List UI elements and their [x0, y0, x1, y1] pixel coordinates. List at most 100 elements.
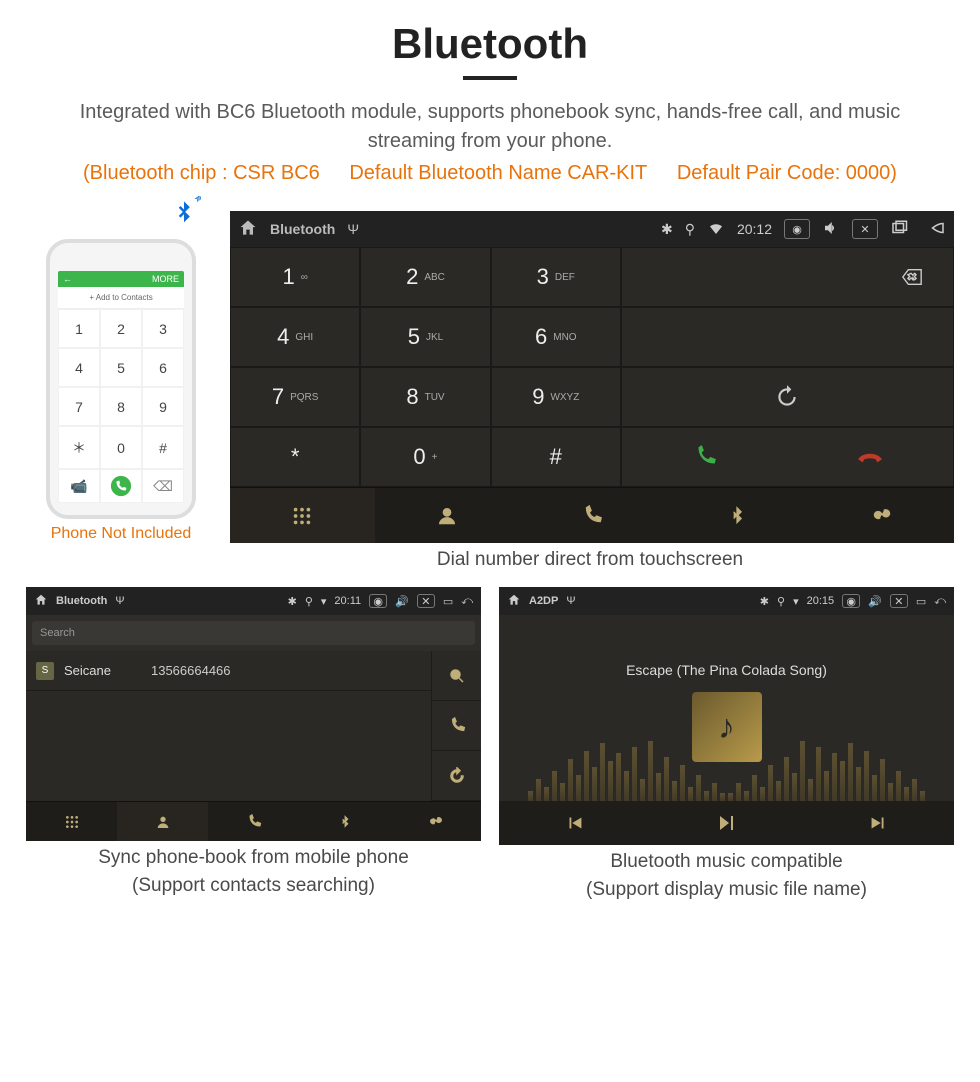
phone-key-8: 8 — [100, 387, 142, 426]
recents-icon[interactable]: ▭ — [443, 595, 453, 608]
volume-icon[interactable]: 🔊 — [868, 595, 882, 608]
dialer-panel: Bluetooth Ψ ✱ ⚲ 20:12 ◉ ✕ 1∞2ABC3DEF 4GHI… — [230, 211, 954, 543]
spec-chip: (Bluetooth chip : CSR BC6 — [83, 162, 320, 184]
spec-code: Default Pair Code: 0000) — [677, 162, 897, 184]
nav-contacts[interactable] — [375, 487, 520, 543]
sync-icon[interactable] — [431, 751, 481, 801]
dial-key-1[interactable]: 1∞ — [230, 247, 360, 307]
redial-button[interactable] — [621, 367, 954, 427]
next-track-button[interactable] — [802, 801, 954, 845]
close-app-icon[interactable]: ✕ — [417, 594, 435, 608]
phone-key-4: 4 — [58, 348, 100, 387]
call-contact-icon[interactable] — [431, 701, 481, 751]
volume-icon[interactable] — [822, 219, 840, 240]
prev-track-button[interactable] — [499, 801, 651, 845]
contact-number: 13566664466 — [151, 663, 231, 678]
app-title: Bluetooth — [56, 595, 107, 607]
nav-calllog[interactable] — [208, 801, 299, 841]
bluetooth-status-icon: ✱ — [288, 595, 297, 608]
dial-key-0[interactable]: 0+ — [360, 427, 490, 487]
nav-dialpad[interactable] — [230, 487, 375, 543]
visualizer — [499, 741, 954, 801]
dial-key-#[interactable]: # — [491, 427, 621, 487]
page-title: Bluetooth — [10, 20, 970, 68]
nav-contacts[interactable] — [117, 801, 208, 841]
clock-time: 20:11 — [334, 595, 361, 607]
nav-calllog[interactable] — [520, 487, 665, 543]
contact-name: Seicane — [64, 663, 111, 678]
phone-video-icon: 📹 — [58, 469, 100, 503]
call-button[interactable] — [622, 444, 788, 470]
screenshot-icon[interactable]: ◉ — [842, 594, 860, 608]
bluetooth-status-icon: ✱ — [661, 221, 673, 238]
close-app-icon[interactable]: ✕ — [890, 594, 908, 608]
screenshot-icon[interactable]: ◉ — [369, 594, 387, 608]
phone-key-3: 3 — [142, 309, 184, 348]
nav-bluetooth[interactable] — [299, 801, 390, 841]
home-icon[interactable] — [34, 593, 48, 610]
a2dp-panel: A2DP Ψ ✱ ⚲ ▾ 20:15 ◉ 🔊 ✕ ▭ ⤺ — [499, 587, 954, 845]
phone-back-icon: ← — [63, 274, 72, 284]
screenshot-icon[interactable]: ◉ — [784, 219, 810, 239]
bluetooth-status-icon: ✱ — [760, 595, 769, 608]
phone-key-0: 0 — [100, 426, 142, 469]
phone-more-label: MORE — [152, 274, 179, 284]
phonebook-caption-1: Sync phone-book from mobile phone — [26, 847, 481, 869]
location-icon: ⚲ — [685, 221, 695, 238]
wifi-icon: ▾ — [793, 595, 799, 608]
dial-key-*[interactable]: * — [230, 427, 360, 487]
wifi-icon — [707, 219, 725, 240]
recents-icon[interactable]: ▭ — [916, 595, 926, 608]
app-title: A2DP — [529, 595, 558, 607]
back-icon[interactable]: ⤺ — [461, 595, 473, 608]
phone-key-hash: # — [142, 426, 184, 469]
phone-call-icon — [100, 469, 142, 503]
nav-bluetooth[interactable] — [664, 487, 809, 543]
phonebook-panel: Bluetooth Ψ ✱ ⚲ ▾ 20:11 ◉ 🔊 ✕ ▭ ⤺ — [26, 587, 481, 841]
dial-key-8[interactable]: 8TUV — [360, 367, 490, 427]
phone-backspace-icon: ⌫ — [142, 469, 184, 503]
hangup-button[interactable] — [787, 444, 953, 470]
location-icon: ⚲ — [305, 595, 313, 608]
dial-key-3[interactable]: 3DEF — [491, 247, 621, 307]
home-icon[interactable] — [238, 218, 258, 241]
dialer-caption: Dial number direct from touchscreen — [210, 549, 970, 571]
nav-dialpad[interactable] — [26, 801, 117, 841]
recents-icon[interactable] — [890, 219, 908, 240]
clock-time: 20:15 — [807, 595, 835, 607]
dial-key-4[interactable]: 4GHI — [230, 307, 360, 367]
dialpad: 1∞2ABC3DEF 4GHI5JKL6MNO 7PQRS8TUV9WXYZ *0+# — [230, 247, 621, 487]
phone-caption: Phone Not Included — [26, 525, 216, 543]
song-title: Escape (The Pina Colada Song) — [626, 662, 827, 678]
page-desc: Integrated with BC6 Bluetooth module, su… — [38, 98, 942, 156]
nav-pair[interactable] — [809, 487, 954, 543]
back-icon[interactable] — [928, 219, 946, 240]
volume-icon[interactable]: 🔊 — [395, 595, 409, 608]
title-underline — [463, 76, 517, 80]
phone-key-5: 5 — [100, 348, 142, 387]
play-pause-button[interactable] — [651, 801, 803, 845]
close-app-icon[interactable]: ✕ — [852, 219, 878, 239]
dial-key-9[interactable]: 9WXYZ — [491, 367, 621, 427]
dial-key-7[interactable]: 7PQRS — [230, 367, 360, 427]
phone-add-contact: + Add to Contacts — [58, 287, 184, 309]
phone-mockup: ← MORE + Add to Contacts 1 2 3 4 5 6 7 8… — [46, 239, 196, 519]
contact-row[interactable]: S Seicane 13566664466 — [26, 651, 431, 691]
dial-key-6[interactable]: 6MNO — [491, 307, 621, 367]
usb-icon: Ψ — [347, 221, 359, 237]
a2dp-caption-1: Bluetooth music compatible — [499, 851, 954, 873]
clock-time: 20:12 — [737, 221, 772, 237]
bluetooth-signal-icon — [26, 199, 198, 235]
app-title: Bluetooth — [270, 221, 335, 237]
dial-key-5[interactable]: 5JKL — [360, 307, 490, 367]
search-icon[interactable] — [431, 651, 481, 701]
home-icon[interactable] — [507, 593, 521, 610]
phone-key-9: 9 — [142, 387, 184, 426]
dial-key-2[interactable]: 2ABC — [360, 247, 490, 307]
backspace-button[interactable] — [621, 247, 954, 307]
search-input[interactable]: Search — [32, 621, 475, 645]
back-icon[interactable]: ⤺ — [934, 595, 946, 608]
wifi-icon: ▾ — [321, 595, 327, 608]
phonebook-caption-2: (Support contacts searching) — [26, 875, 481, 897]
nav-pair[interactable] — [390, 801, 481, 841]
